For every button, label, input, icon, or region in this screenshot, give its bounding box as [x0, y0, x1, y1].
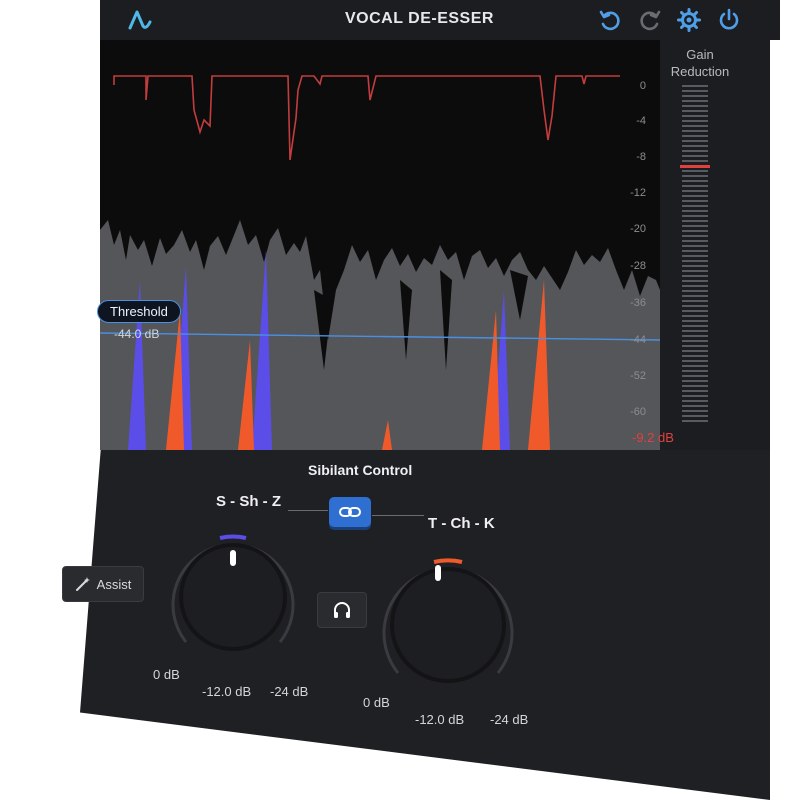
- scale-tick: -52: [630, 370, 646, 382]
- gain-label-line2: Reduction: [670, 64, 730, 79]
- connector-line-left: [288, 510, 328, 511]
- t-knob-value: -12.0 dB: [415, 712, 465, 727]
- undo-icon[interactable]: [598, 8, 622, 32]
- magic-wand-icon: [75, 577, 90, 591]
- gain-reduction-peak-marker: [680, 165, 710, 168]
- gain-reduction-meter: [682, 85, 708, 425]
- scale-tick: -20: [630, 223, 646, 235]
- threshold-handle[interactable]: Threshold: [97, 300, 181, 323]
- gear-icon[interactable]: [677, 8, 701, 32]
- t-band-knob[interactable]: [368, 545, 528, 705]
- plugin-window: VOCAL DE-ESSER 0 -4 -8 -12 -20 -28 -36 -…: [0, 0, 800, 800]
- scale-tick: -36: [630, 297, 646, 309]
- gain-reduction-value: -9.2 dB: [632, 430, 674, 445]
- assist-label: Assist: [96, 576, 132, 592]
- db-scale: 0 -4 -8 -12 -20 -28 -36 -44 -52 -60: [612, 40, 660, 450]
- s-knob-max-label: -24 dB: [270, 684, 309, 699]
- section-title: Sibilant Control: [308, 462, 413, 478]
- scale-tick: -44: [630, 334, 646, 346]
- assist-button[interactable]: Assist: [62, 566, 144, 602]
- right-band-name: T - Ch - K: [428, 515, 495, 532]
- s-knob-min-label: 0 dB: [153, 667, 180, 682]
- s-band-knob[interactable]: [158, 522, 308, 672]
- link-icon: [339, 507, 361, 517]
- t-knob-min-label: 0 dB: [363, 695, 390, 710]
- gain-reduction-panel: [660, 40, 770, 460]
- threshold-value: -44.0 dB: [114, 327, 160, 341]
- t-knob-max-label: -24 dB: [490, 712, 529, 727]
- redo-icon[interactable]: [638, 8, 662, 32]
- gain-reduction-trace: [113, 75, 620, 161]
- scale-tick: -28: [630, 260, 646, 272]
- link-bands-button[interactable]: [329, 497, 371, 527]
- sibilance-analyzer[interactable]: [100, 40, 660, 450]
- brand-logo: [128, 10, 152, 30]
- gain-reduction-title: Gain Reduction: [665, 46, 735, 80]
- scale-tick: 0: [639, 80, 646, 92]
- power-icon[interactable]: [717, 8, 741, 32]
- scale-tick: -60: [630, 406, 646, 418]
- listen-button[interactable]: [317, 592, 367, 628]
- scale-tick: -8: [636, 151, 646, 163]
- gain-label-line1: Gain: [686, 47, 714, 62]
- s-knob-value: -12.0 dB: [202, 684, 252, 699]
- headphones-icon: [334, 602, 350, 618]
- plugin-title: VOCAL DE-ESSER: [345, 10, 494, 27]
- left-band-name: S - Sh - Z: [216, 493, 281, 510]
- scale-tick: -4: [636, 115, 646, 127]
- connector-line-right: [372, 515, 424, 516]
- scale-tick: -12: [630, 187, 646, 199]
- waveform-display: [100, 75, 660, 450]
